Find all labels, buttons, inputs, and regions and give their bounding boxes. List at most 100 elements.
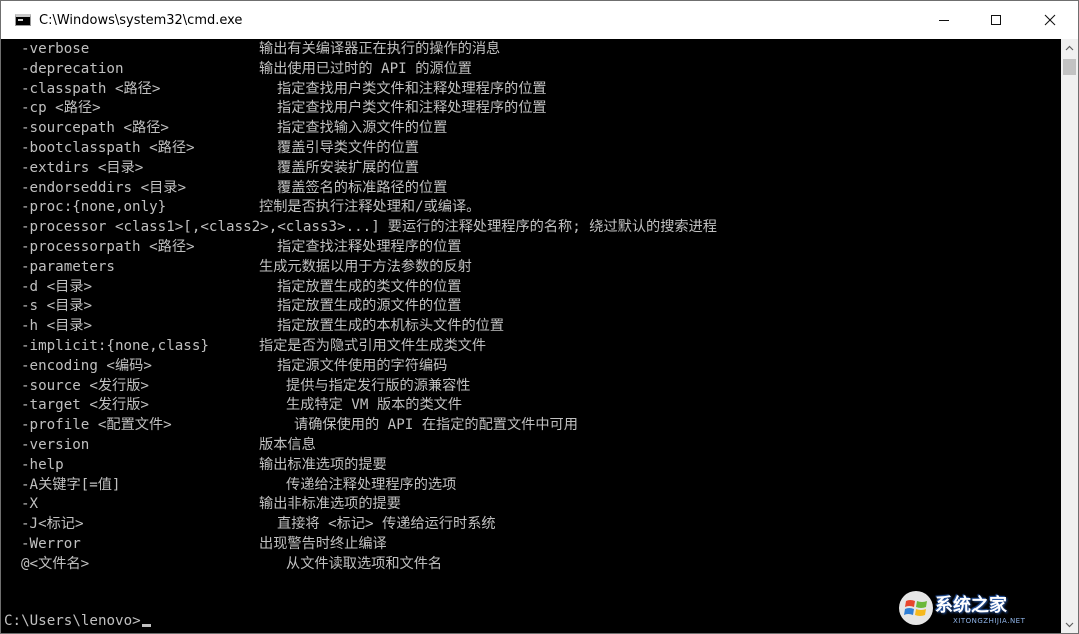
watermark-subtext: XITONGZHIJIA.NET — [953, 617, 1026, 625]
console-line: @<文件名> 从文件读取选项和文件名 — [1, 554, 1061, 574]
console-line: -processorpath <路径> 指定查找注释处理程序的位置 — [1, 237, 1061, 257]
console-line: -cp <路径> 指定查找用户类文件和注释处理程序的位置 — [1, 98, 1061, 118]
option-description: 要运行的注释处理程序的名称; 绕过默认的搜索进程 — [387, 219, 717, 236]
option-name: -X — [21, 496, 39, 513]
option-name: -cp <路径> — [21, 100, 101, 117]
close-button[interactable] — [1022, 1, 1078, 39]
option-name: -parameters — [21, 258, 115, 275]
console-line: -endorseddirs <目录> 覆盖签名的标准路径的位置 — [1, 178, 1061, 198]
option-description: 直接将 <标记> 传递给运行时系统 — [277, 516, 496, 533]
chevron-up-icon — [1065, 45, 1074, 50]
option-description: 生成元数据以用于方法参数的反射 — [259, 258, 472, 275]
console-line: -extdirs <目录> 覆盖所安装扩展的位置 — [1, 158, 1061, 178]
command-prompt[interactable]: C:\Users\lenovo> — [4, 611, 151, 631]
option-name: -deprecation — [21, 60, 124, 77]
option-description: 指定是否为隐式引用文件生成类文件 — [259, 338, 487, 354]
console-line: -deprecation 输出使用已过时的 API 的源位置 — [1, 59, 1061, 79]
option-description: 从文件读取选项和文件名 — [286, 555, 443, 572]
minimize-icon — [939, 20, 949, 21]
option-name: -bootclasspath <路径> — [21, 140, 195, 156]
console-line: -parameters 生成元数据以用于方法参数的反射 — [1, 257, 1061, 277]
option-name: -verbose — [21, 41, 90, 57]
cmd-window: C:\Windows\system32\cmd.exe -verbose 输出有关… — [0, 0, 1079, 634]
option-description: 指定查找注释处理程序的位置 — [277, 239, 462, 255]
console-line: -implicit:{none,class} 指定是否为隐式引用文件生成类文件 — [1, 336, 1061, 356]
console-line: -Werror 出现警告时终止编译 — [1, 534, 1061, 554]
console-line: -help 输出标准选项的提要 — [1, 455, 1061, 475]
console-line: -h <目录> 指定放置生成的本机标头文件的位置 — [1, 316, 1061, 336]
scroll-up-button[interactable] — [1061, 39, 1078, 56]
option-description: 输出非标准选项的提要 — [259, 496, 401, 513]
console-line: -J<标记> 直接将 <标记> 传递给运行时系统 — [1, 514, 1061, 534]
option-name: -sourcepath <路径> — [21, 120, 169, 137]
option-description: 输出标准选项的提要 — [259, 456, 387, 473]
option-name: -proc:{none,only} — [21, 199, 167, 216]
site-watermark: 系统之家 XITONGZHIJIA.NET — [897, 589, 1067, 629]
text-cursor — [141, 624, 151, 627]
console-line: -bootclasspath <路径> 覆盖引导类文件的位置 — [1, 138, 1061, 158]
option-description: 版本信息 — [259, 437, 316, 453]
console-line: -proc:{none,only} 控制是否执行注释处理和/或编译。 — [1, 197, 1061, 217]
option-description: 指定查找用户类文件和注释处理程序的位置 — [277, 80, 547, 97]
option-description: 输出有关编译器正在执行的操作的消息 — [259, 41, 501, 57]
console-line: -classpath <路径> 指定查找用户类文件和注释处理程序的位置 — [1, 79, 1061, 99]
console-line: -target <发行版> 生成特定 VM 版本的类文件 — [1, 395, 1061, 415]
scroll-thumb[interactable] — [1063, 59, 1076, 75]
option-name: -endorseddirs <目录> — [21, 179, 187, 196]
minimize-button[interactable] — [918, 1, 970, 39]
prompt-text: C:\Users\lenovo> — [4, 613, 141, 629]
option-description: 提供与指定发行版的源兼容性 — [286, 377, 471, 394]
option-description: 输出使用已过时的 API 的源位置 — [259, 60, 472, 77]
title-bar[interactable]: C:\Windows\system32\cmd.exe — [1, 1, 1078, 39]
window-title: C:\Windows\system32\cmd.exe — [39, 12, 243, 28]
option-description: 覆盖所安装扩展的位置 — [277, 159, 419, 176]
vertical-scrollbar[interactable] — [1061, 39, 1078, 633]
option-name: -processor <class1>[,<class2>,<class3>..… — [21, 219, 380, 236]
option-name: -source <发行版> — [21, 377, 149, 394]
cmd-app-icon[interactable] — [15, 14, 31, 26]
option-name: -help — [21, 456, 64, 473]
option-name: -encoding <编码> — [21, 357, 152, 374]
close-icon — [1044, 14, 1056, 26]
option-name: -J<标记> — [21, 516, 84, 533]
console-line: -X 输出非标准选项的提要 — [1, 494, 1061, 514]
console-line: -version 版本信息 — [1, 435, 1061, 455]
option-description: 生成特定 VM 版本的类文件 — [286, 397, 463, 414]
option-description: 请确保使用的 API 在指定的配置文件中可用 — [294, 417, 578, 434]
option-description: 指定查找输入源文件的位置 — [277, 120, 448, 137]
watermark-text: 系统之家 — [935, 595, 1007, 616]
option-name: @<文件名> — [21, 555, 90, 572]
option-description: 传递给注释处理程序的选项 — [286, 476, 457, 493]
console-line: -encoding <编码> 指定源文件使用的字符编码 — [1, 356, 1061, 376]
console-line: -d <目录> 指定放置生成的类文件的位置 — [1, 277, 1061, 297]
option-description: 控制是否执行注释处理和/或编译。 — [259, 199, 481, 216]
option-name: -classpath <路径> — [21, 80, 161, 97]
option-name: -Werror — [21, 536, 81, 552]
option-name: -target <发行版> — [21, 397, 149, 414]
option-name: -h <目录> — [21, 318, 93, 335]
option-name: -extdirs <目录> — [21, 159, 144, 176]
console-line: -source <发行版> 提供与指定发行版的源兼容性 — [1, 376, 1061, 396]
option-name: -d <目录> — [21, 278, 93, 295]
console-line: -A关键字[=值] 传递给注释处理程序的选项 — [1, 475, 1061, 495]
option-description: 指定放置生成的类文件的位置 — [277, 278, 462, 295]
console-line: -s <目录> 指定放置生成的源文件的位置 — [1, 296, 1061, 316]
maximize-icon — [991, 15, 1001, 25]
option-description: 覆盖引导类文件的位置 — [277, 140, 419, 156]
option-description: 覆盖签名的标准路径的位置 — [277, 179, 448, 196]
console-line: -processor <class1>[,<class2>,<class3>..… — [1, 217, 1061, 237]
console-output[interactable]: -verbose 输出有关编译器正在执行的操作的消息 -deprecation 输出使… — [1, 39, 1061, 633]
option-description: 指定源文件使用的字符编码 — [277, 357, 448, 374]
option-name: -A关键字[=值] — [21, 476, 121, 493]
option-description: 指定放置生成的源文件的位置 — [277, 298, 462, 315]
option-name: -version — [21, 437, 90, 453]
maximize-button[interactable] — [970, 1, 1022, 39]
option-description: 指定查找用户类文件和注释处理程序的位置 — [277, 100, 547, 117]
option-description: 指定放置生成的本机标头文件的位置 — [277, 318, 505, 335]
option-name: -profile <配置文件> — [21, 417, 172, 434]
console-line: -profile <配置文件> 请确保使用的 API 在指定的配置文件中可用 — [1, 415, 1061, 435]
console-line: -sourcepath <路径> 指定查找输入源文件的位置 — [1, 118, 1061, 138]
option-name: -processorpath <路径> — [21, 239, 195, 255]
option-name: -s <目录> — [21, 298, 93, 315]
option-name: -implicit:{none,class} — [21, 338, 209, 354]
